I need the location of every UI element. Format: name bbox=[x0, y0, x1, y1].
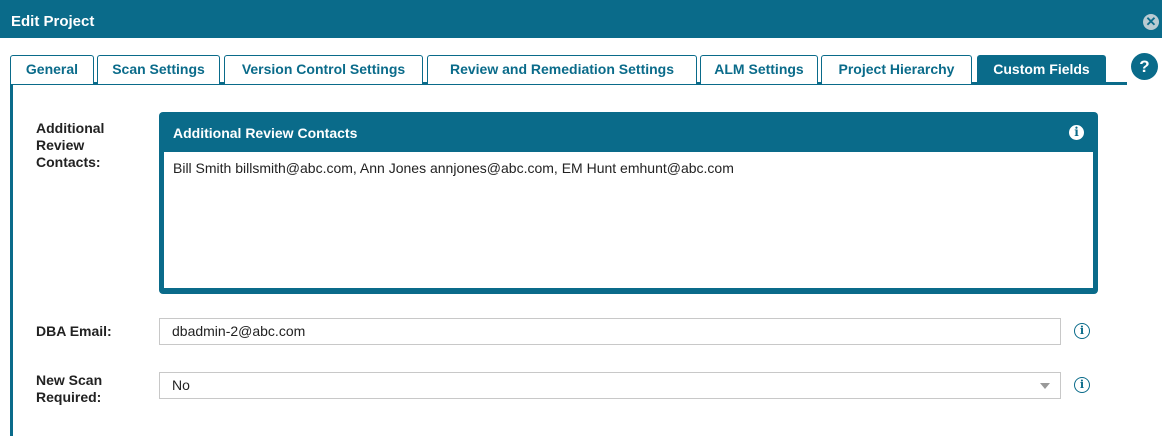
new-scan-required-select[interactable]: No bbox=[159, 372, 1061, 399]
new-scan-required-label: New Scan Required: bbox=[36, 372, 103, 405]
dba-email-field[interactable]: dbadmin-2@abc.com bbox=[159, 318, 1061, 345]
close-icon[interactable]: ✕ bbox=[1143, 14, 1159, 30]
content-border bbox=[10, 85, 13, 436]
tab-scan-settings[interactable]: Scan Settings bbox=[97, 55, 220, 84]
panel-title: Additional Review Contacts bbox=[173, 125, 358, 141]
tab-review-remediation-settings[interactable]: Review and Remediation Settings bbox=[427, 55, 697, 84]
review-contacts-label: Additional Review Contacts: bbox=[36, 120, 105, 170]
info-icon[interactable]: i bbox=[1069, 125, 1084, 140]
dba-email-label: DBA Email: bbox=[36, 323, 112, 339]
tab-version-control-settings[interactable]: Version Control Settings bbox=[224, 55, 423, 84]
review-contacts-textarea[interactable]: Bill Smith billsmith@abc.com, Ann Jones … bbox=[164, 152, 1093, 288]
info-icon[interactable]: i bbox=[1074, 323, 1090, 339]
review-contacts-panel: Additional Review Contacts i Bill Smith … bbox=[159, 112, 1098, 294]
tab-strip: General Scan Settings Version Control Se… bbox=[10, 38, 1127, 85]
help-icon[interactable]: ? bbox=[1131, 53, 1158, 80]
dialog-title: Edit Project bbox=[11, 13, 95, 30]
tab-alm-settings[interactable]: ALM Settings bbox=[700, 55, 818, 84]
tab-custom-fields[interactable]: Custom Fields bbox=[977, 55, 1106, 84]
tab-project-hierarchy[interactable]: Project Hierarchy bbox=[821, 55, 972, 84]
tab-general[interactable]: General bbox=[10, 55, 94, 84]
select-value: No bbox=[172, 377, 190, 393]
chevron-down-icon[interactable] bbox=[1040, 383, 1050, 389]
info-icon[interactable]: i bbox=[1074, 377, 1090, 393]
title-bar: Edit Project ✕ bbox=[0, 0, 1162, 38]
